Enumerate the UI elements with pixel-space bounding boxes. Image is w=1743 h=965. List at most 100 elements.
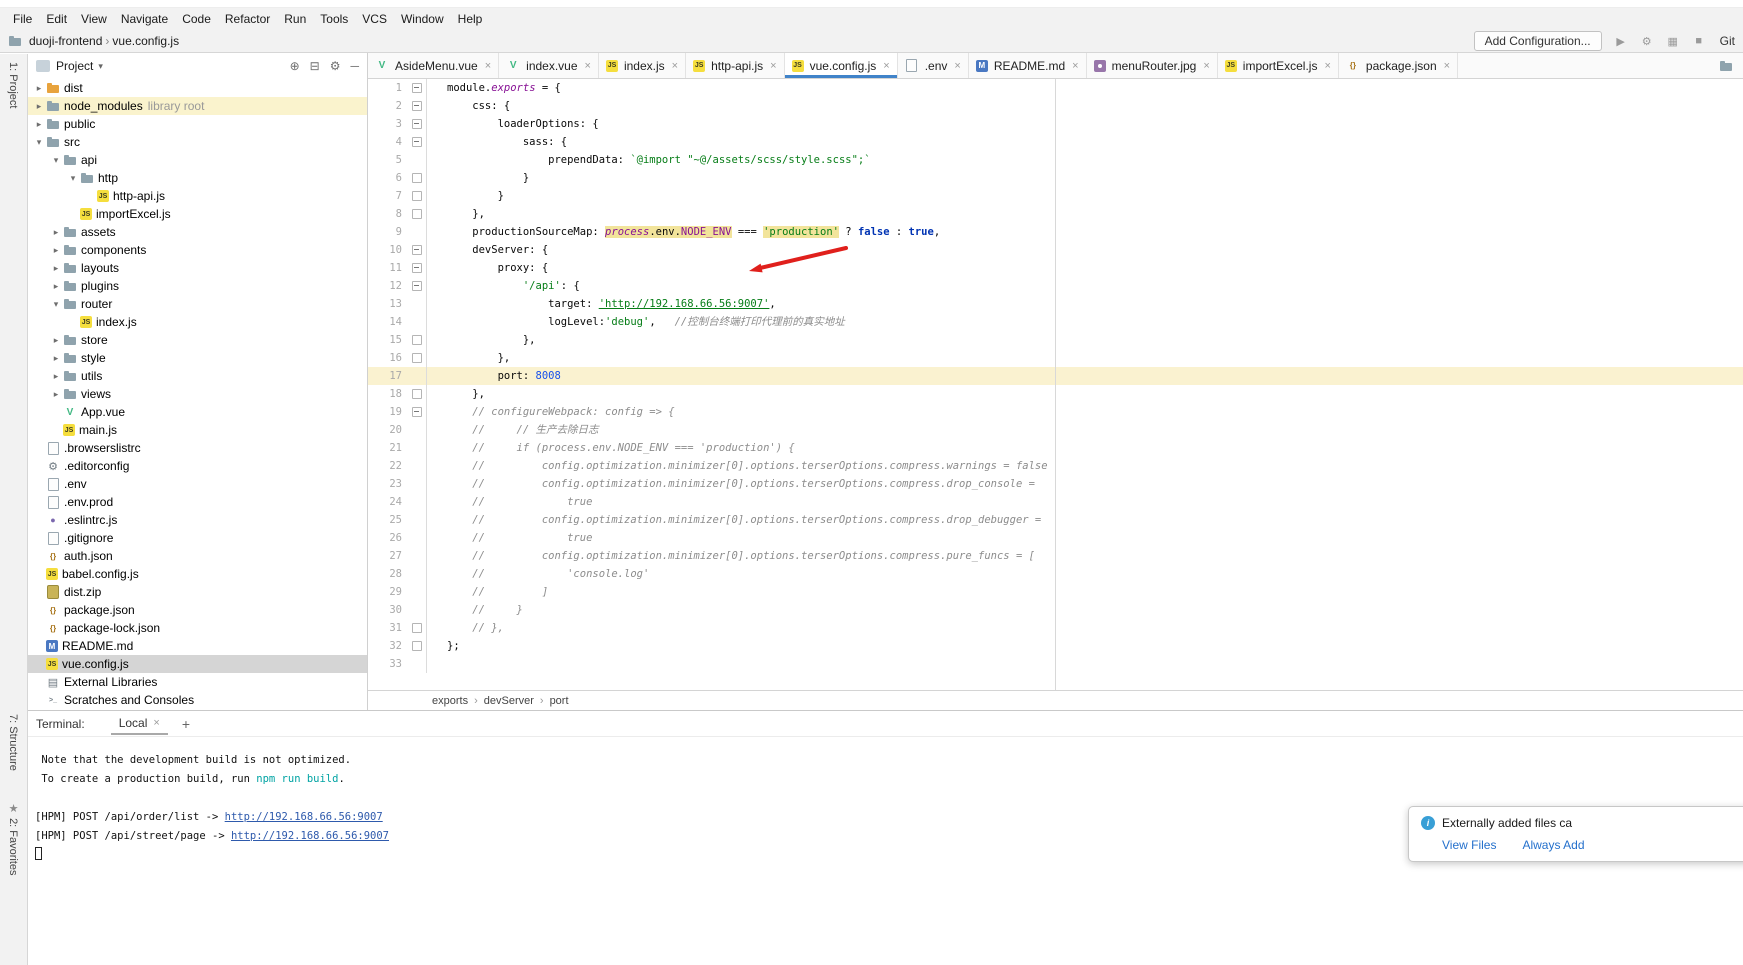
breadcrumb-item-devServer[interactable]: devServer — [484, 695, 534, 707]
chevron-down-icon[interactable] — [98, 61, 103, 72]
view-files-link[interactable]: View Files — [1442, 838, 1496, 852]
line-number[interactable]: 9 — [368, 223, 408, 241]
tree-item-store[interactable]: ▸store — [28, 331, 367, 349]
chevron-icon[interactable]: ▸ — [49, 335, 63, 346]
menu-view[interactable]: View — [74, 10, 114, 28]
line-number[interactable]: 28 — [368, 565, 408, 583]
line-number[interactable]: 1 — [368, 79, 408, 97]
terminal-tab-local[interactable]: Local — [111, 713, 168, 735]
close-icon[interactable] — [672, 60, 678, 72]
line-number[interactable]: 8 — [368, 205, 408, 223]
line-number[interactable]: 18 — [368, 385, 408, 403]
stop-icon[interactable] — [1692, 35, 1706, 47]
menu-navigate[interactable]: Navigate — [114, 10, 175, 28]
always-add-link[interactable]: Always Add — [1522, 838, 1584, 852]
tab-importExcel.js[interactable]: importExcel.js — [1218, 53, 1339, 78]
line-number[interactable]: 29 — [368, 583, 408, 601]
tab-README.md[interactable]: README.md — [969, 53, 1087, 78]
tab-menuRouter.jpg[interactable]: menuRouter.jpg — [1087, 53, 1218, 78]
chevron-icon[interactable]: ▸ — [49, 389, 63, 400]
tree-item-public[interactable]: ▸public — [28, 115, 367, 133]
line-number[interactable]: 19 — [368, 403, 408, 421]
chevron-icon[interactable]: ▸ — [49, 227, 63, 238]
breadcrumb-item-exports[interactable]: exports — [432, 695, 468, 707]
menu-code[interactable]: Code — [175, 10, 218, 28]
tree-item-package-lock.json[interactable]: package-lock.json — [28, 619, 367, 637]
tab-package.json[interactable]: package.json — [1339, 53, 1458, 78]
tree-item-importExcel.js[interactable]: importExcel.js — [28, 205, 367, 223]
chevron-icon[interactable]: ▾ — [49, 299, 63, 310]
chevron-icon[interactable]: ▾ — [66, 173, 80, 184]
tree-item-layouts[interactable]: ▸layouts — [28, 259, 367, 277]
breadcrumb-project[interactable]: duoji-frontend — [26, 34, 105, 48]
close-icon[interactable] — [883, 60, 889, 72]
tree-item-router[interactable]: ▾router — [28, 295, 367, 313]
tree-item-utils[interactable]: ▸utils — [28, 367, 367, 385]
tree-item-components[interactable]: ▸components — [28, 241, 367, 259]
build-icon[interactable] — [1640, 35, 1654, 48]
tree-item-assets[interactable]: ▸assets — [28, 223, 367, 241]
project-panel-title[interactable]: Project — [56, 59, 93, 73]
fold-marker[interactable] — [408, 187, 426, 205]
close-icon[interactable] — [153, 717, 159, 729]
menu-file[interactable]: File — [6, 10, 39, 28]
chevron-icon[interactable]: ▸ — [49, 353, 63, 364]
new-terminal-icon[interactable] — [182, 716, 190, 732]
line-number[interactable]: 12 — [368, 277, 408, 295]
menu-tools[interactable]: Tools — [313, 10, 355, 28]
line-number[interactable]: 26 — [368, 529, 408, 547]
line-number[interactable]: 16 — [368, 349, 408, 367]
close-icon[interactable] — [954, 60, 960, 72]
fold-marker[interactable] — [408, 619, 426, 637]
line-number[interactable]: 5 — [368, 151, 408, 169]
tree-item-External Libraries[interactable]: External Libraries — [28, 673, 367, 691]
fold-marker[interactable] — [408, 241, 426, 259]
breadcrumb-file[interactable]: vue.config.js — [109, 34, 182, 48]
tree-item-README.md[interactable]: README.md — [28, 637, 367, 655]
menu-refactor[interactable]: Refactor — [218, 10, 277, 28]
menu-window[interactable]: Window — [394, 10, 451, 28]
tree-item-http[interactable]: ▾http — [28, 169, 367, 187]
close-icon[interactable] — [1444, 60, 1450, 72]
chevron-icon[interactable]: ▾ — [32, 137, 46, 148]
scroll-to-file-icon[interactable] — [1719, 59, 1733, 73]
run-icon[interactable] — [1614, 35, 1628, 48]
tree-item-dist[interactable]: ▸dist — [28, 79, 367, 97]
tree-item-http-api.js[interactable]: http-api.js — [28, 187, 367, 205]
line-number[interactable]: 21 — [368, 439, 408, 457]
tree-item-auth.json[interactable]: auth.json — [28, 547, 367, 565]
line-number[interactable]: 31 — [368, 619, 408, 637]
line-number[interactable]: 33 — [368, 655, 408, 673]
line-number[interactable]: 7 — [368, 187, 408, 205]
fold-marker[interactable] — [408, 115, 426, 133]
tree-item-.editorconfig[interactable]: .editorconfig — [28, 457, 367, 475]
breadcrumb-item-port[interactable]: port — [550, 695, 569, 707]
tree-item-.gitignore[interactable]: .gitignore — [28, 529, 367, 547]
fold-marker[interactable] — [408, 169, 426, 187]
tree-item-style[interactable]: ▸style — [28, 349, 367, 367]
chevron-icon[interactable]: ▾ — [49, 155, 63, 166]
line-number[interactable]: 2 — [368, 97, 408, 115]
menu-run[interactable]: Run — [277, 10, 313, 28]
fold-marker[interactable] — [408, 259, 426, 277]
tree-item-node_modules[interactable]: ▸node_moduleslibrary root — [28, 97, 367, 115]
close-icon[interactable] — [1324, 60, 1330, 72]
fold-marker[interactable] — [408, 331, 426, 349]
line-number[interactable]: 6 — [368, 169, 408, 187]
close-icon[interactable] — [1072, 60, 1078, 72]
fold-marker[interactable] — [408, 637, 426, 655]
fold-marker[interactable] — [408, 205, 426, 223]
locate-file-icon[interactable] — [290, 59, 300, 73]
tree-item-main.js[interactable]: main.js — [28, 421, 367, 439]
chevron-icon[interactable]: ▸ — [49, 281, 63, 292]
menu-edit[interactable]: Edit — [39, 10, 74, 28]
stripe-favorites-button[interactable]: ★ 2: Favorites — [7, 802, 20, 876]
tree-item-.browserslistrc[interactable]: .browserslistrc — [28, 439, 367, 457]
chevron-icon[interactable]: ▸ — [49, 263, 63, 274]
line-number[interactable]: 27 — [368, 547, 408, 565]
fold-marker[interactable] — [408, 79, 426, 97]
close-icon[interactable] — [485, 60, 491, 72]
tree-item-views[interactable]: ▸views — [28, 385, 367, 403]
stripe-project-button[interactable]: 1: Project — [7, 62, 19, 108]
tree-item-vue.config.js[interactable]: vue.config.js — [28, 655, 367, 673]
